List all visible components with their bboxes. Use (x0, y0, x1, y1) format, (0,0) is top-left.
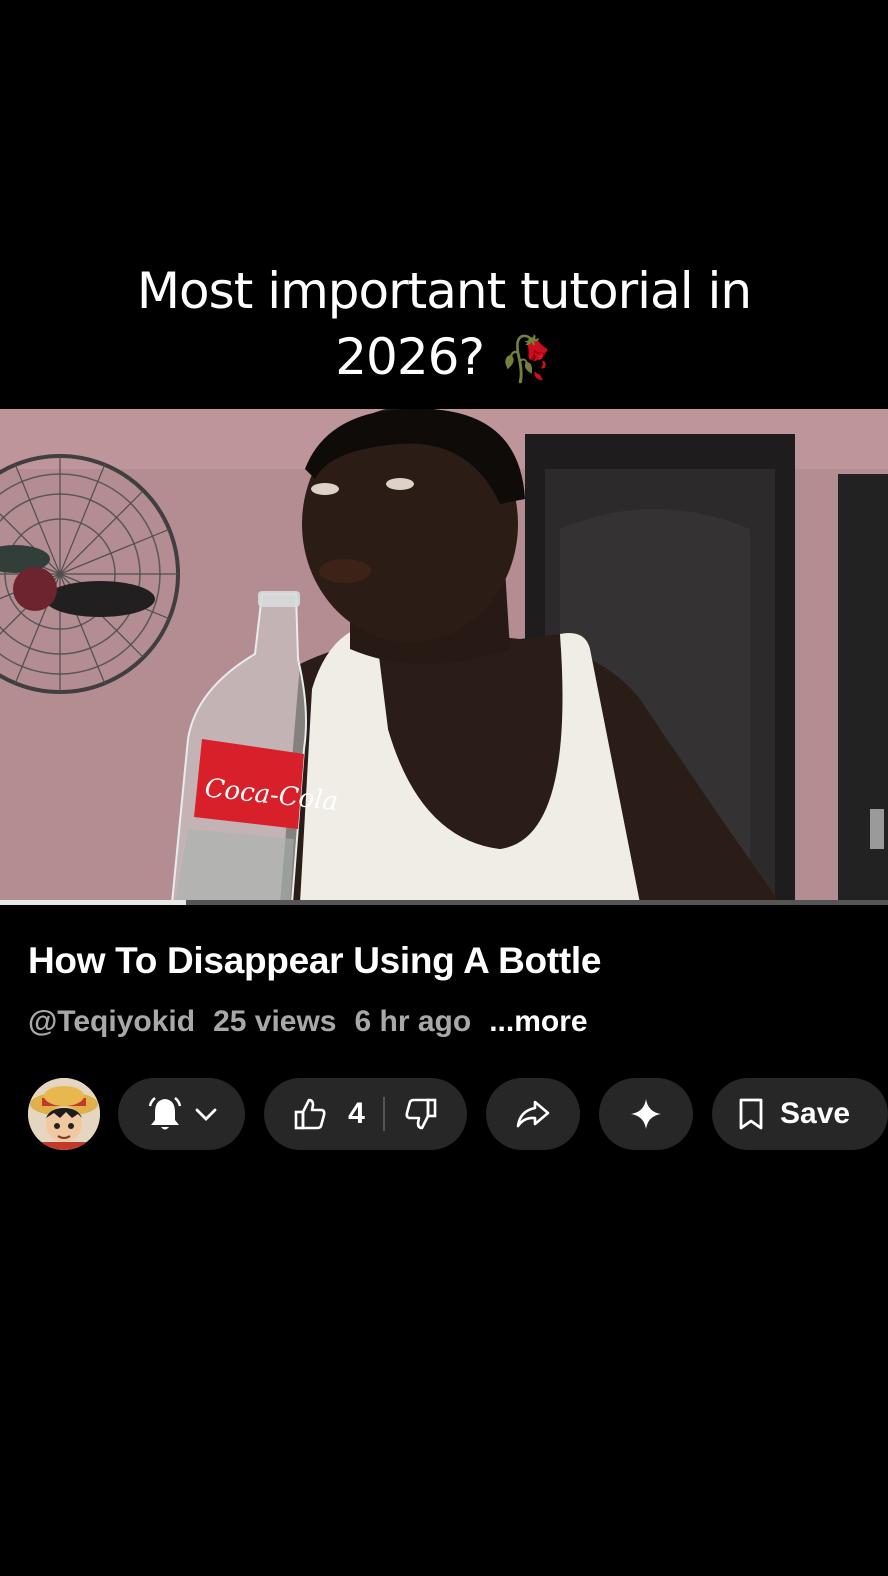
more-button[interactable]: ...more (489, 1005, 587, 1039)
dislike-button[interactable] (385, 1096, 439, 1132)
shorts-caption: Most important tutorial in 2026? 🥀 (0, 258, 888, 393)
like-dislike-group: 4 (264, 1078, 467, 1150)
video-player[interactable]: Coca-Cola (0, 409, 888, 903)
save-label: Save (780, 1097, 851, 1130)
chevron-down-icon (193, 1101, 219, 1127)
bookmark-icon (736, 1097, 766, 1131)
ask-ai-button[interactable] (599, 1078, 693, 1150)
caption-line-2-text: 2026? (335, 328, 485, 386)
view-count: 25 views (213, 1005, 337, 1038)
avatar-image (28, 1078, 100, 1150)
video-progress-fill (0, 900, 187, 905)
video-progress-bar[interactable] (0, 900, 888, 905)
save-button[interactable]: Save (712, 1078, 888, 1150)
sparkle-icon (629, 1097, 663, 1131)
channel-handle[interactable]: @Teqiyokid (28, 1005, 195, 1039)
like-count: 4 (348, 1097, 365, 1130)
video-title[interactable]: How To Disappear Using A Bottle (28, 940, 868, 982)
wilted-rose-emoji: 🥀 (498, 334, 554, 385)
caption-line-1: Most important tutorial in (136, 262, 752, 320)
channel-avatar[interactable] (28, 1078, 100, 1150)
subscription-bell-button[interactable] (118, 1078, 245, 1150)
upload-age: 6 hr ago (354, 1005, 472, 1038)
video-metadata: @Teqiyokid 25 views 6 hr ago ...more (28, 1005, 588, 1039)
share-icon (514, 1095, 552, 1133)
bell-icon (145, 1094, 185, 1134)
share-button[interactable] (486, 1078, 580, 1150)
video-frame: Coca-Cola (0, 409, 888, 903)
thumbs-up-icon (292, 1096, 328, 1132)
like-button[interactable]: 4 (292, 1096, 383, 1132)
caption-line-2: 2026? 🥀 (0, 324, 888, 393)
thumbs-down-icon (403, 1096, 439, 1132)
